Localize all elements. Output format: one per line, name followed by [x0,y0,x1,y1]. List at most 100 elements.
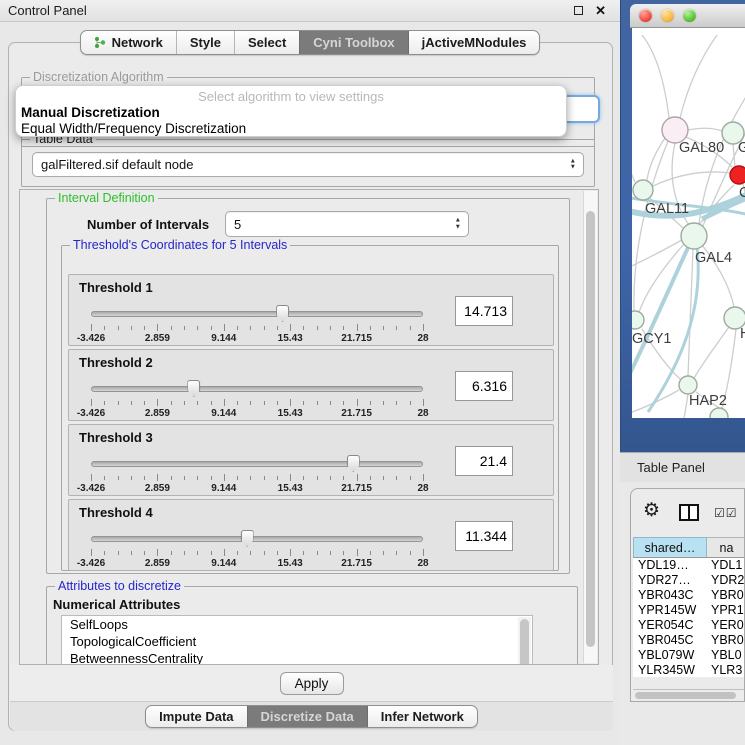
number-of-intervals-combobox[interactable]: 5 ▲▼ [225,211,469,237]
slider-handle[interactable] [187,380,200,397]
tab-network[interactable]: Network [81,31,176,54]
cell-name[interactable]: YER0 [707,618,745,633]
tab-cyni-toolbox[interactable]: Cyni Toolbox [299,31,407,54]
slider-handle[interactable] [241,530,254,547]
attributes-section: Attributes to discretize Numerical Attri… [46,586,578,665]
gear-icon[interactable]: ⚙ [643,501,660,520]
threshold-value-field[interactable]: 6.316 [455,371,513,401]
close-icon[interactable]: ✕ [595,4,606,17]
threshold-1-card: Threshold 1 -3.4262.8599.14415.4321.7152… [68,274,554,346]
label-partial-top: GA [738,140,745,156]
cell-name[interactable]: YBR0 [707,588,745,603]
tab-label: Select [248,35,286,50]
threshold-3-card: Threshold 3 -3.4262.8599.14415.4321.7152… [68,424,554,496]
threshold-value-field[interactable]: 11.344 [455,521,513,551]
node-gal4[interactable] [681,223,707,249]
split-columns-icon[interactable] [679,504,699,521]
cell-name[interactable]: YBR0 [707,633,745,648]
threshold-value-field[interactable]: 14.713 [455,296,513,326]
table-row[interactable]: YDR27…YDR2 [633,573,745,588]
table-row[interactable]: YLR345WYLR3 [633,663,745,677]
table-horizontal-scrollbar[interactable] [633,689,744,700]
numerical-attributes-label: Numerical Attributes [53,597,180,612]
cell-shared-name[interactable]: YDL19… [633,558,707,573]
network-icon [94,36,106,49]
threshold-value-field[interactable]: 21.4 [455,446,513,476]
tab-select[interactable]: Select [234,31,299,54]
cell-shared-name[interactable]: YBR045C [633,633,707,648]
zoom-traffic-light[interactable] [683,9,696,22]
tab-label: Cyni Toolbox [313,35,394,50]
cell-name[interactable]: YDR2 [707,573,745,588]
table-data-section: Table Data galFiltered.sif default node … [21,139,595,187]
tab-label: Discretize Data [261,709,354,724]
slider-tick-labels: -3.4262.8599.14415.4321.71528 [91,408,423,420]
close-traffic-light[interactable] [639,9,652,22]
table-row[interactable]: YBL079WYBL0 [633,648,745,663]
slider-track[interactable] [91,386,423,392]
scrollbar-thumb[interactable] [635,692,736,699]
label-gcy1: GCY1 [632,331,672,347]
algorithm-dropdown-popup: Select algorithm to view settings Manual… [15,85,567,137]
node-gcy1[interactable] [632,311,644,329]
settings-scrollbar[interactable] [583,191,597,663]
slider-handle[interactable] [276,305,289,322]
tab-infer-network[interactable]: Infer Network [367,706,477,727]
attribute-item[interactable]: BetweennessCentrality [62,650,532,665]
slider-track[interactable] [91,311,423,317]
checkbox-icons[interactable]: ☑☑ [714,506,738,520]
label-gal80: GAL80 [679,140,724,156]
cell-shared-name[interactable]: YLR345W [633,663,707,677]
table-data-combobox[interactable]: galFiltered.sif default node ▲▼ [32,152,584,177]
table-row[interactable]: YDL19…YDL1 [633,558,745,573]
cell-name[interactable]: YPR1 [707,603,745,618]
minimize-traffic-light[interactable] [661,9,674,22]
section-title: Attributes to discretize [55,579,184,593]
slider-track[interactable] [91,461,423,467]
cell-name[interactable]: YLR3 [707,663,745,677]
slider-track[interactable] [91,536,423,542]
threshold-slider[interactable]: -3.4262.8599.14415.4321.71528 [91,303,423,345]
node-gal11[interactable] [633,180,653,200]
table-row[interactable]: YER054CYER0 [633,618,745,633]
attribute-item[interactable]: SelfLoops [62,616,532,633]
network-canvas[interactable]: GAL80 GA C GAL11 GAL4 GCY1 H HAP2 [632,28,745,418]
cell-shared-name[interactable]: YBR043C [633,588,707,603]
cell-shared-name[interactable]: YER054C [633,618,707,633]
tab-impute-data[interactable]: Impute Data [146,706,246,727]
column-header-name[interactable]: na [707,537,745,557]
table-row[interactable]: YPR145WYPR1 [633,603,745,618]
threshold-slider[interactable]: -3.4262.8599.14415.4321.71528 [91,453,423,495]
list-scrollbar[interactable] [518,617,531,665]
app-screen: Control Panel ✕ Network Style Select Cyn… [0,0,745,745]
tab-label: Infer Network [381,709,464,724]
table-row[interactable]: YBR045CYBR0 [633,633,745,648]
column-header-shared-name[interactable]: shared… [633,537,707,557]
attribute-item[interactable]: TopologicalCoefficient [62,633,532,650]
apply-button[interactable]: Apply [280,672,344,695]
tab-discretize-data[interactable]: Discretize Data [247,706,367,727]
cell-shared-name[interactable]: YBL079W [633,648,707,663]
cell-name[interactable]: YBL0 [707,648,745,663]
dropdown-option-manual[interactable]: Manual Discretization [16,105,566,121]
slider-handle[interactable] [347,455,360,472]
tab-jactivemnodules[interactable]: jActiveMNodules [408,31,540,54]
right-panel: GAL80 GA C GAL11 GAL4 GCY1 H HAP2 Table … [620,0,745,745]
table-row[interactable]: YBR043CYBR0 [633,588,745,603]
threshold-slider[interactable]: -3.4262.8599.14415.4321.71528 [91,528,423,570]
tab-style[interactable]: Style [176,31,234,54]
dropdown-option-equal-width[interactable]: Equal Width/Frequency Discretization [16,121,566,137]
numerical-attributes-list[interactable]: SelfLoopsTopologicalCoefficientBetweenne… [61,615,533,665]
threshold-slider[interactable]: -3.4262.8599.14415.4321.71528 [91,378,423,420]
cell-name[interactable]: YDL1 [707,558,745,573]
algorithm-combobox[interactable] [562,95,600,123]
node-partial-bottom[interactable] [710,408,728,418]
slider-tick-labels: -3.4262.8599.14415.4321.71528 [91,333,423,345]
scrollbar-thumb[interactable] [586,211,595,647]
cell-shared-name[interactable]: YPR145W [633,603,707,618]
float-window-icon[interactable] [574,6,583,15]
node-hap2[interactable] [679,376,697,394]
node-table[interactable]: shared… na YDL19…YDL1YDR27…YDR2YBR043CYB… [633,537,745,677]
cell-shared-name[interactable]: YDR27… [633,573,707,588]
node-red-selected[interactable] [730,166,745,184]
